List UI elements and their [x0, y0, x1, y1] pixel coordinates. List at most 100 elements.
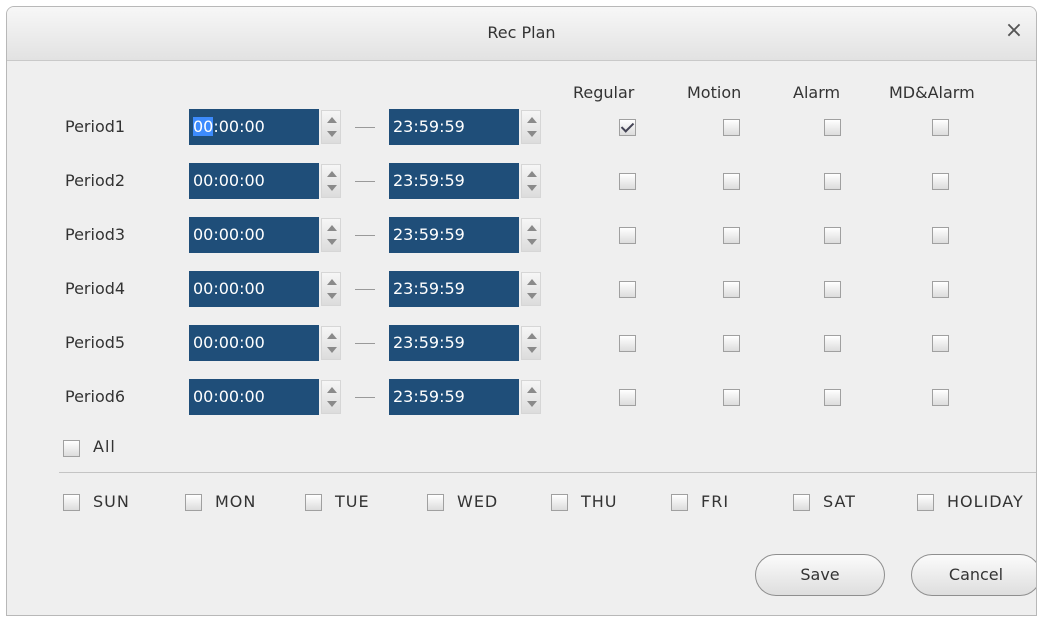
spin-up-icon[interactable]: [527, 117, 537, 123]
spin-down-icon[interactable]: [527, 185, 537, 191]
spin-down-icon[interactable]: [527, 239, 537, 245]
spin-down-icon[interactable]: [327, 293, 337, 299]
spin-down-icon[interactable]: [327, 347, 337, 353]
spin-up-icon[interactable]: [327, 117, 337, 123]
start-time-spinner[interactable]: [321, 110, 341, 144]
day-checkbox-tue[interactable]: [305, 494, 322, 511]
start-time-input[interactable]: 00:00:00: [189, 217, 319, 253]
regular-checkbox[interactable]: [619, 119, 636, 136]
end-time-input[interactable]: 23:59:59: [389, 271, 519, 307]
start-time-spinner[interactable]: [321, 218, 341, 252]
day-label: SAT: [823, 492, 856, 511]
spin-up-icon[interactable]: [327, 279, 337, 285]
start-time-spinner[interactable]: [321, 164, 341, 198]
end-time-spinner[interactable]: [521, 380, 541, 414]
motion-checkbox[interactable]: [723, 281, 740, 298]
all-checkbox[interactable]: [63, 440, 80, 457]
day-label: SUN: [93, 492, 130, 511]
column-header-md-alarm: MD&Alarm: [889, 83, 975, 102]
start-time-input[interactable]: 00:00:00: [189, 109, 319, 145]
spin-down-icon[interactable]: [327, 131, 337, 137]
alarm-checkbox[interactable]: [824, 335, 841, 352]
close-icon[interactable]: ×: [1002, 19, 1026, 43]
spin-up-icon[interactable]: [527, 333, 537, 339]
alarm-checkbox[interactable]: [824, 389, 841, 406]
alarm-checkbox[interactable]: [824, 173, 841, 190]
spin-down-icon[interactable]: [327, 239, 337, 245]
start-time-input[interactable]: 00:00:00: [189, 163, 319, 199]
column-header-regular: Regular: [573, 83, 635, 102]
alarm-checkbox[interactable]: [824, 227, 841, 244]
start-time-spinner[interactable]: [321, 272, 341, 306]
day-label: FRI: [701, 492, 730, 511]
end-time-spinner[interactable]: [521, 110, 541, 144]
spin-up-icon[interactable]: [527, 279, 537, 285]
spin-up-icon[interactable]: [327, 171, 337, 177]
spin-up-icon[interactable]: [527, 171, 537, 177]
motion-checkbox[interactable]: [723, 389, 740, 406]
spin-up-icon[interactable]: [527, 225, 537, 231]
end-time-input[interactable]: 23:59:59: [389, 325, 519, 361]
regular-checkbox[interactable]: [619, 227, 636, 244]
day-label: TUE: [335, 492, 370, 511]
range-dash: [355, 181, 375, 182]
spin-up-icon[interactable]: [327, 387, 337, 393]
spin-up-icon[interactable]: [327, 225, 337, 231]
regular-checkbox[interactable]: [619, 173, 636, 190]
title-bar: Rec Plan ×: [7, 7, 1036, 61]
spin-down-icon[interactable]: [527, 347, 537, 353]
cancel-button[interactable]: Cancel: [911, 554, 1036, 596]
range-dash: [355, 397, 375, 398]
motion-checkbox[interactable]: [723, 119, 740, 136]
range-dash: [355, 127, 375, 128]
start-time-input[interactable]: 00:00:00: [189, 379, 319, 415]
end-time-spinner[interactable]: [521, 164, 541, 198]
period-label: Period1: [65, 117, 126, 136]
md-alarm-checkbox[interactable]: [932, 281, 949, 298]
alarm-checkbox[interactable]: [824, 119, 841, 136]
start-time-spinner[interactable]: [321, 380, 341, 414]
day-checkbox-fri[interactable]: [671, 494, 688, 511]
save-button[interactable]: Save: [755, 554, 885, 596]
day-checkbox-sat[interactable]: [793, 494, 810, 511]
alarm-checkbox[interactable]: [824, 281, 841, 298]
regular-checkbox[interactable]: [619, 281, 636, 298]
md-alarm-checkbox[interactable]: [932, 119, 949, 136]
start-time-spinner[interactable]: [321, 326, 341, 360]
end-time-input[interactable]: 23:59:59: [389, 217, 519, 253]
spin-down-icon[interactable]: [527, 293, 537, 299]
spin-up-icon[interactable]: [327, 333, 337, 339]
range-dash: [355, 343, 375, 344]
spin-up-icon[interactable]: [527, 387, 537, 393]
end-time-input[interactable]: 23:59:59: [389, 379, 519, 415]
md-alarm-checkbox[interactable]: [932, 335, 949, 352]
spin-down-icon[interactable]: [527, 401, 537, 407]
day-checkbox-thu[interactable]: [551, 494, 568, 511]
md-alarm-checkbox[interactable]: [932, 389, 949, 406]
motion-checkbox[interactable]: [723, 227, 740, 244]
period-label: Period2: [65, 171, 126, 190]
spin-down-icon[interactable]: [527, 131, 537, 137]
end-time-input[interactable]: 23:59:59: [389, 163, 519, 199]
md-alarm-checkbox[interactable]: [932, 227, 949, 244]
end-time-spinner[interactable]: [521, 326, 541, 360]
regular-checkbox[interactable]: [619, 389, 636, 406]
day-checkbox-mon[interactable]: [185, 494, 202, 511]
day-checkbox-wed[interactable]: [427, 494, 444, 511]
spin-down-icon[interactable]: [327, 401, 337, 407]
spin-down-icon[interactable]: [327, 185, 337, 191]
start-time-input[interactable]: 00:00:00: [189, 325, 319, 361]
end-time-spinner[interactable]: [521, 272, 541, 306]
end-time-input[interactable]: 23:59:59: [389, 109, 519, 145]
motion-checkbox[interactable]: [723, 173, 740, 190]
end-time-spinner[interactable]: [521, 218, 541, 252]
motion-checkbox[interactable]: [723, 335, 740, 352]
day-checkbox-sun[interactable]: [63, 494, 80, 511]
column-header-motion: Motion: [687, 83, 742, 102]
start-time-input[interactable]: 00:00:00: [189, 271, 319, 307]
regular-checkbox[interactable]: [619, 335, 636, 352]
column-header-alarm: Alarm: [793, 83, 841, 102]
md-alarm-checkbox[interactable]: [932, 173, 949, 190]
start-time-remainder: :00:00: [213, 117, 265, 136]
day-checkbox-holiday[interactable]: [917, 494, 934, 511]
